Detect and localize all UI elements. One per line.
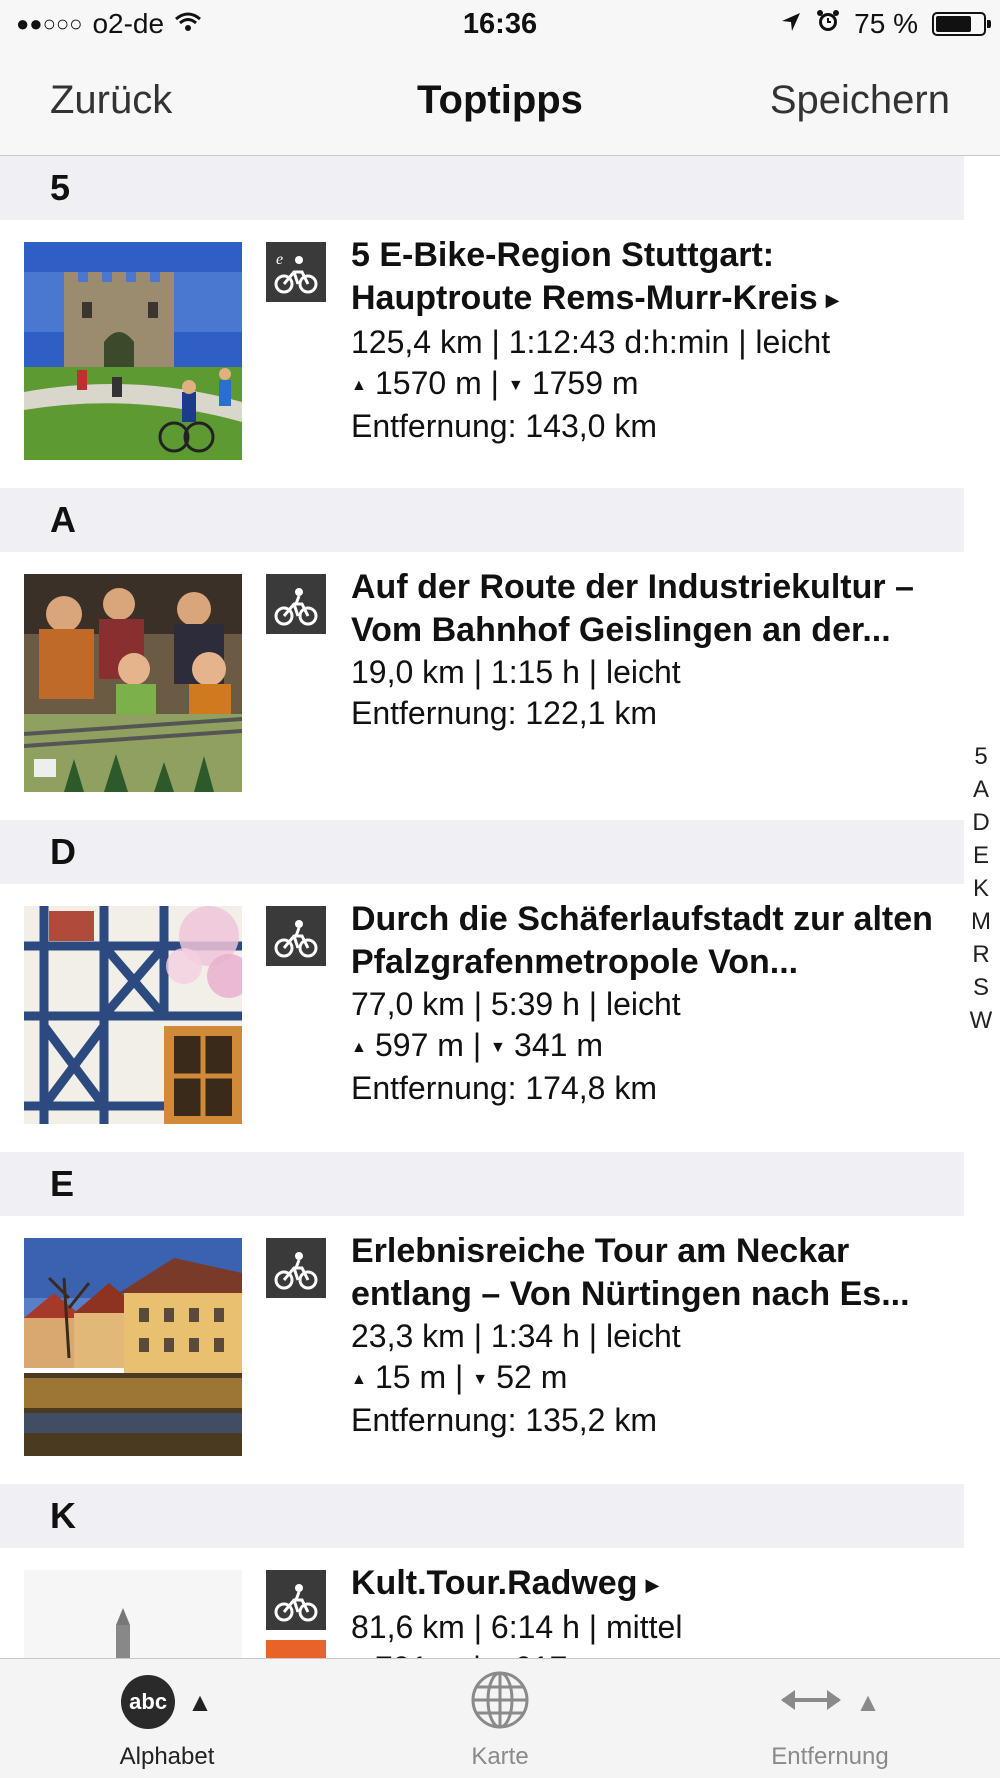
tab-label: Alphabet [119, 1743, 215, 1770]
list-item[interactable]: Kult.Tour.Radweg ▶ 81,6 km | 6:14 h | mit… [0, 1548, 964, 1658]
sort-ascending-icon: ▲ [855, 1686, 881, 1717]
disclosure-arrow-icon: ▶ [645, 1574, 660, 1595]
tour-stats: 19,0 km | 1:15 h | leicht [351, 654, 681, 690]
svg-text:e: e [276, 251, 283, 268]
location-arrow-icon [780, 8, 802, 40]
tour-info: Kult.Tour.Radweg ▶ 81,6 km | 6:14 h | mit… [351, 1562, 951, 1658]
tour-distance: Entfernung: 122,1 km [351, 695, 657, 731]
bike-icon [266, 1238, 326, 1298]
tab-karte[interactable]: Karte [430, 1671, 570, 1771]
tour-stats: 23,3 km | 1:34 h | leicht [351, 1318, 681, 1354]
tour-title[interactable]: 5 E-Bike-Region Stuttgart: Hauptroute Re… [351, 234, 951, 322]
tour-list[interactable]: 5 e 5 E-Bike-Region Stuttgart: Hauptrout… [0, 156, 1000, 1658]
index-letter[interactable]: R [968, 938, 994, 971]
tab-entfernung[interactable]: ▲ Entfernung [760, 1671, 900, 1771]
section-header-k: K [0, 1484, 964, 1548]
tab-label: Karte [471, 1743, 529, 1770]
tab-bar: abc ▲ Alphabet Karte ▲ Entfernung [0, 1658, 1000, 1778]
tour-distance: Entfernung: 174,8 km [351, 1070, 657, 1107]
tour-title[interactable]: Kult.Tour.Radweg ▶ [351, 1562, 951, 1607]
sort-ascending-icon: ▲ [187, 1686, 213, 1717]
disclosure-arrow-icon: ▶ [825, 289, 840, 310]
section-header-a: A [0, 488, 964, 552]
abc-icon: abc [121, 1675, 176, 1729]
e-bike-icon: e [266, 242, 326, 302]
ascent-icon: ▲ [351, 1039, 367, 1057]
tour-info: Erlebnisreiche Tour am Neckar entlang – … [351, 1230, 951, 1441]
list-item[interactable]: Durch die Schäferlaufstadt zur alten Pfa… [0, 884, 964, 1152]
globe-icon [470, 1670, 530, 1735]
index-letter[interactable]: M [968, 905, 994, 938]
index-letter[interactable]: E [968, 839, 994, 872]
status-bar: ●●○○○ o2-de 16:36 75 % [0, 0, 1000, 50]
section-header-d: D [0, 820, 964, 884]
tour-title[interactable]: Erlebnisreiche Tour am Neckar entlang – … [351, 1230, 951, 1316]
tour-distance: Entfernung: 135,2 km [351, 1402, 657, 1439]
top-tip-badge [266, 1640, 326, 1658]
tab-alphabet[interactable]: abc ▲ Alphabet [100, 1671, 234, 1771]
section-index[interactable]: 5 A D E K M R S W [968, 740, 994, 1037]
tour-stats: 125,4 km | 1:12:43 d:h:min | leicht [351, 323, 831, 360]
tour-title[interactable]: Durch die Schäferlaufstadt zur alten Pfa… [351, 898, 951, 984]
section-header-e: E [0, 1152, 964, 1216]
battery-icon [932, 12, 991, 36]
bike-icon [266, 574, 326, 634]
tour-info: Durch die Schäferlaufstadt zur alten Pfa… [351, 898, 951, 1109]
tour-elevation: ▲ 597 m | ▼ 341 m [351, 1025, 951, 1068]
tour-image-timber-house [24, 906, 242, 1124]
index-letter[interactable]: S [968, 971, 994, 1004]
index-letter[interactable]: A [968, 773, 994, 806]
descent-icon: ▼ [472, 1371, 489, 1389]
descent-icon: ▼ [507, 376, 524, 394]
tour-title[interactable]: Auf der Route der Industriekultur – Vom … [351, 566, 951, 652]
tour-image-church-landscape [24, 1570, 242, 1658]
descent-icon: ▼ [490, 1039, 506, 1057]
index-letter[interactable]: D [968, 806, 994, 839]
list-item[interactable]: e 5 E-Bike-Region Stuttgart: Hauptroute … [0, 220, 964, 488]
battery-percent: 75 % [854, 8, 918, 39]
index-letter[interactable]: W [968, 1004, 994, 1037]
descent-icon: ▼ [490, 1650, 514, 1658]
tour-image-roman-gate [24, 242, 242, 460]
index-letter[interactable]: K [968, 872, 994, 905]
tour-distance: Entfernung: 143,0 km [351, 407, 657, 444]
index-letter[interactable]: 5 [968, 740, 994, 773]
tour-elevation: ▲ 15 m | ▼ 52 m [351, 1357, 951, 1400]
tour-elevation: ▲791 m | ▼617 m [351, 1648, 951, 1658]
alarm-clock-icon [816, 8, 840, 40]
tour-elevation: ▲ 1570 m | ▼ 1759 m [351, 363, 951, 406]
tour-stats: 81,6 km | 6:14 h | mittel [351, 1608, 683, 1645]
bike-icon [266, 1570, 326, 1630]
bike-icon [266, 906, 326, 966]
navigation-bar: Zurück Toptipps Speichern [0, 50, 1000, 156]
ascent-icon: ▲ [351, 1650, 375, 1658]
ascent-icon: ▲ [351, 1371, 367, 1389]
double-arrow-icon [779, 1686, 843, 1719]
tour-image-model-railway [24, 574, 242, 792]
tour-info: Auf der Route der Industriekultur – Vom … [351, 566, 951, 734]
tour-image-riverside-houses [24, 1238, 242, 1456]
ascent-icon: ▲ [351, 376, 367, 394]
tab-label: Entfernung [771, 1743, 889, 1770]
list-item[interactable]: Erlebnisreiche Tour am Neckar entlang – … [0, 1216, 964, 1484]
save-button[interactable]: Speichern [770, 78, 950, 123]
tour-stats: 77,0 km | 5:39 h | leicht [351, 986, 681, 1022]
status-right: 75 % [780, 8, 991, 40]
section-header-5: 5 [0, 156, 964, 220]
battery-fill [936, 16, 971, 32]
tour-info: 5 E-Bike-Region Stuttgart: Hauptroute Re… [351, 234, 951, 447]
list-item[interactable]: Auf der Route der Industriekultur – Vom … [0, 552, 964, 820]
